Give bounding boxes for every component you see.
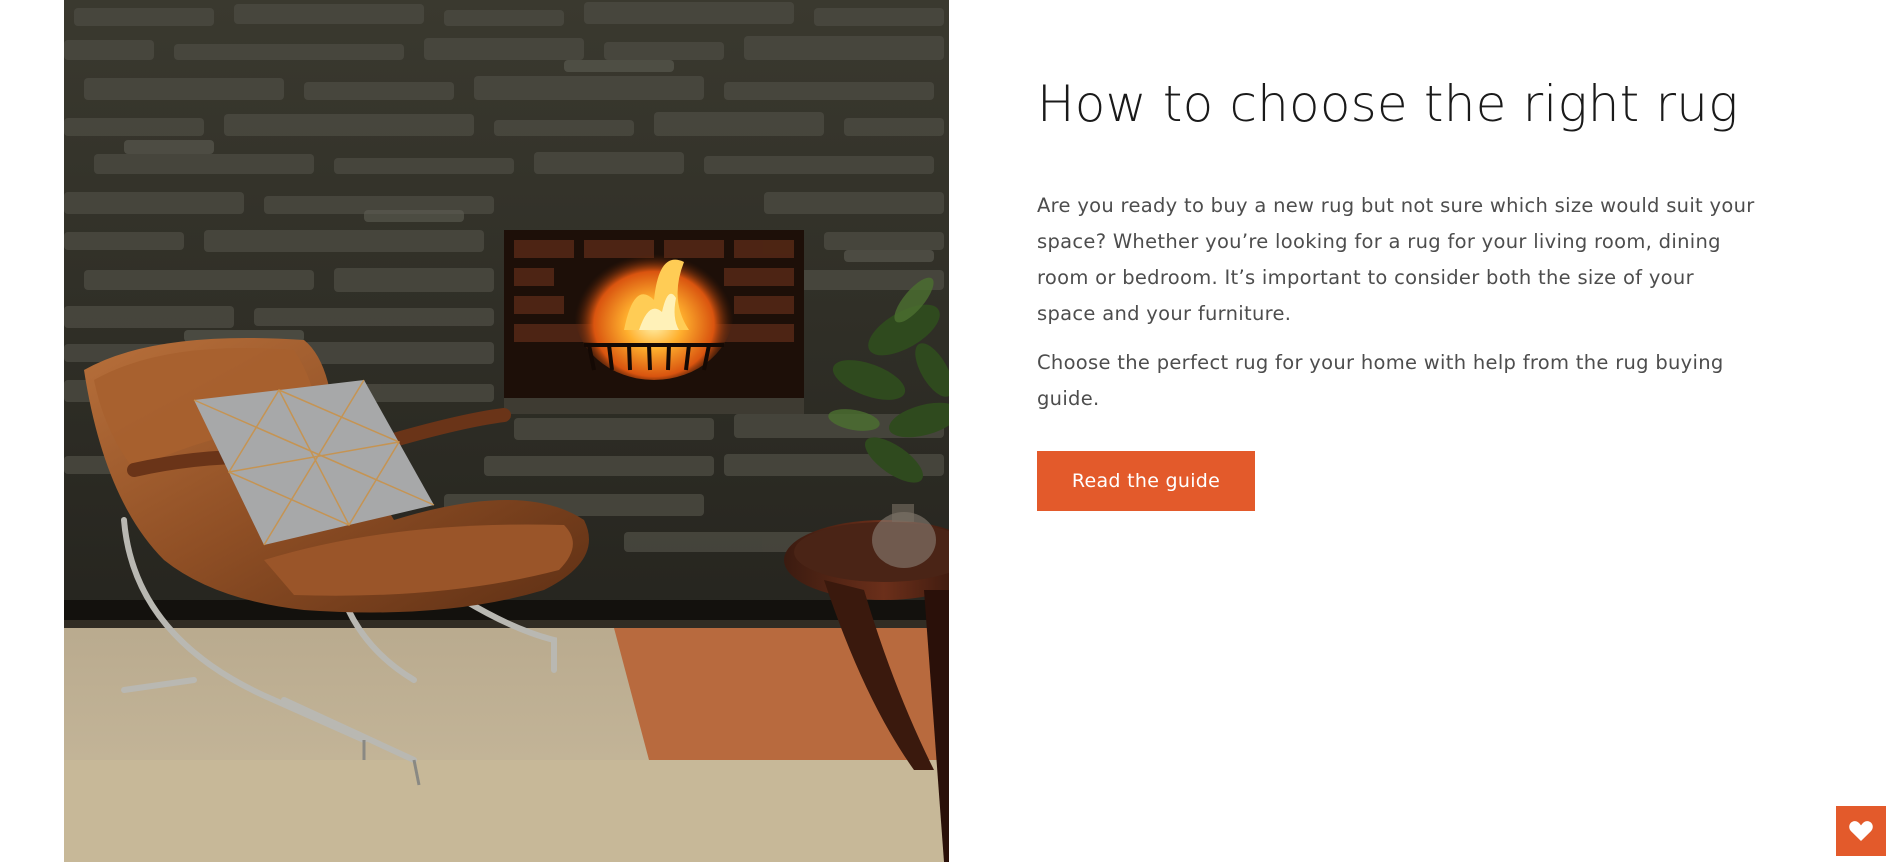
intro-paragraph: Are you ready to buy a new rug but not s… xyxy=(1037,194,1755,325)
hero-image xyxy=(64,0,949,862)
article-teaser: How to choose the right rug Are you read… xyxy=(1037,0,1757,511)
wishlist-button[interactable] xyxy=(1836,806,1886,856)
read-guide-button[interactable]: Read the guide xyxy=(1037,451,1255,511)
page-title: How to choose the right rug xyxy=(1037,75,1739,133)
hero-illustration xyxy=(64,0,949,862)
heart-icon xyxy=(1849,821,1873,841)
page: How to choose the right rug Are you read… xyxy=(0,0,1898,862)
guide-paragraph: Choose the perfect rug for your home wit… xyxy=(1037,351,1724,410)
